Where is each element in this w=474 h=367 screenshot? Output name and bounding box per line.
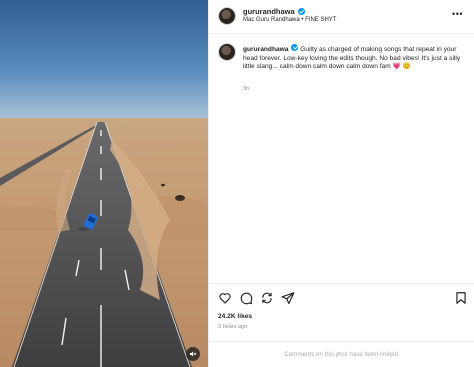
comments-limited-notice: Comments on this post have been limited. — [209, 341, 474, 367]
post-timestamp[interactable]: 3 hours ago — [218, 324, 247, 330]
post-side-panel: gururandhawa Mac Guru Randhawa • FINE SH… — [208, 0, 474, 367]
caption-text: gururandhawa Guilty as charged of making… — [243, 44, 467, 72]
caption-username[interactable]: gururandhawa — [243, 46, 288, 53]
post-media[interactable] — [0, 0, 208, 367]
post-header: gururandhawa Mac Guru Randhawa • FINE SH… — [209, 0, 474, 34]
caption-timestamp[interactable]: 3h — [243, 86, 249, 92]
desert-road-photo — [0, 0, 208, 367]
action-bar: 24.2K likes 3 hours ago — [209, 283, 474, 341]
caption-emojis: 💗 😊 — [392, 63, 411, 71]
verified-badge-icon — [291, 44, 299, 51]
avatar[interactable] — [218, 7, 236, 25]
verified-badge-icon — [297, 8, 305, 15]
share-icon[interactable] — [281, 291, 295, 305]
more-horizontal-icon[interactable]: ••• — [452, 10, 463, 19]
mute-speaker-icon[interactable] — [186, 347, 200, 361]
repost-icon[interactable] — [260, 291, 274, 305]
username-text[interactable]: gururandhawa — [243, 7, 295, 16]
likes-count[interactable]: 24.2K likes — [218, 313, 252, 320]
heart-icon[interactable] — [218, 291, 232, 305]
save-bookmark-icon[interactable] — [454, 291, 468, 305]
avatar[interactable] — [218, 43, 236, 61]
audio-link[interactable]: Mac Guru Randhawa • FINE SHYT — [243, 17, 336, 23]
comment-icon[interactable] — [239, 291, 253, 305]
header-username[interactable]: gururandhawa — [243, 7, 305, 16]
